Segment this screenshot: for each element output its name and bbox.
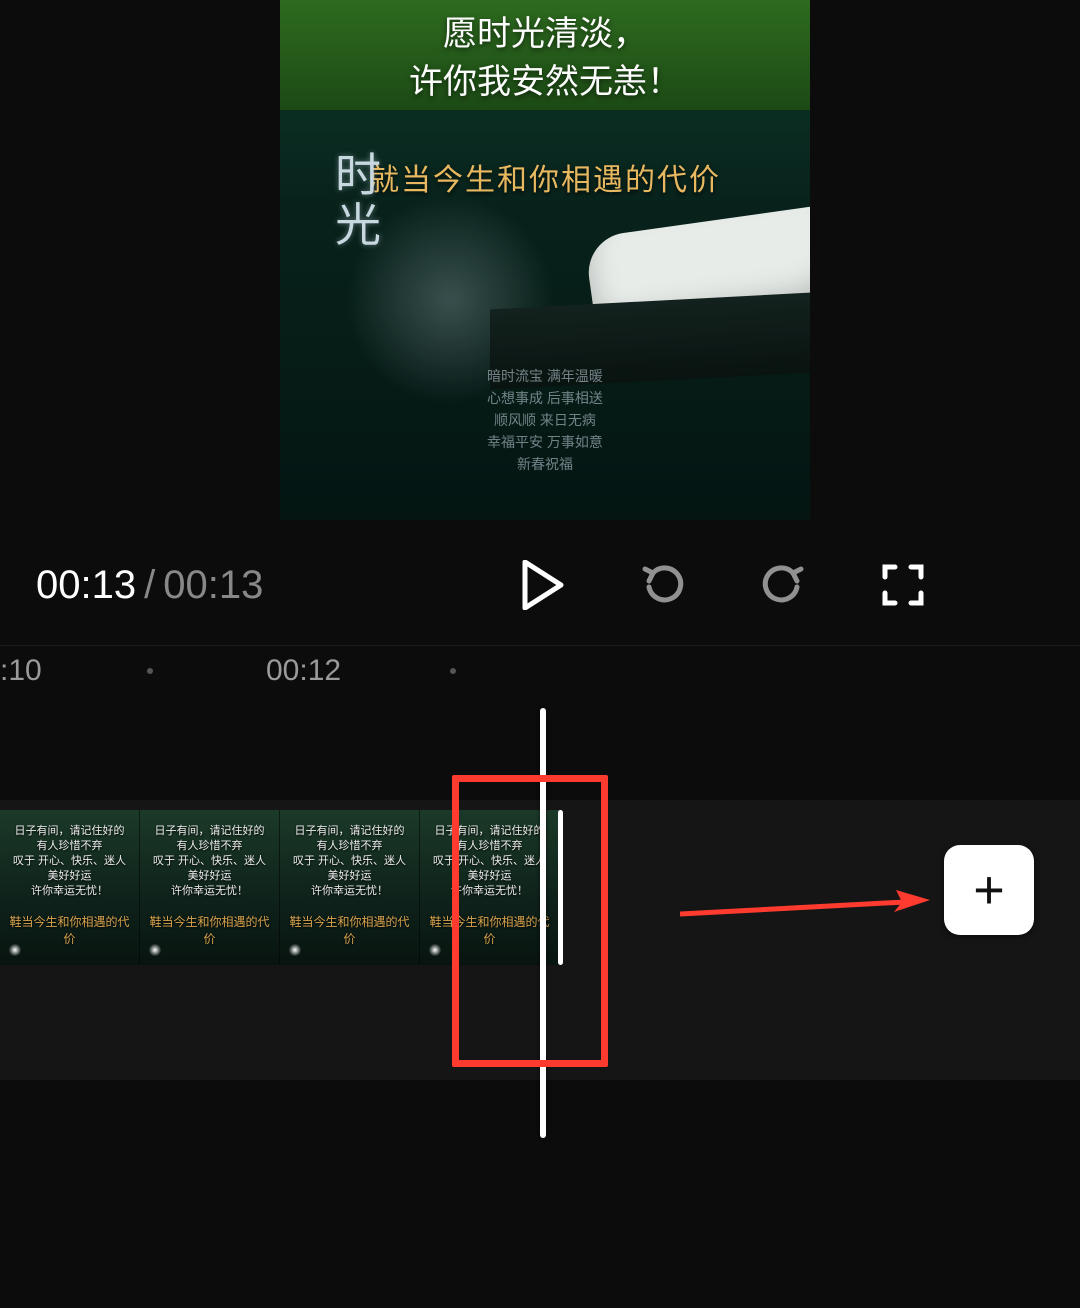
poem-line-1: 愿时光清淡， xyxy=(443,15,647,53)
add-clip-button[interactable]: + xyxy=(944,845,1034,935)
ruler-tick-dot xyxy=(450,668,456,674)
sparkle-icon xyxy=(6,941,24,959)
clip-end-handle[interactable] xyxy=(558,810,563,965)
clip-thumbnail: 日子有间，请记住好的 有人珍惜不弃 叹于 开心、快乐、迷人 美好好运 许你幸运无… xyxy=(420,810,560,965)
sparkle-icon xyxy=(146,941,164,959)
poem-line-2: 许你我安然无恙！ xyxy=(409,63,681,101)
thumb-overlay-text: 日子有间，请记住好的 有人珍惜不弃 叹于 开心、快乐、迷人 美好好运 许你幸运无… xyxy=(144,824,275,899)
clip-thumbnail: 日子有间，请记住好的 有人珍惜不弃 叹于 开心、快乐、迷人 美好好运 许你幸运无… xyxy=(140,810,280,965)
thumb-overlay-text: 日子有间，请记住好的 有人珍惜不弃 叹于 开心、快乐、迷人 美好好运 许你幸运无… xyxy=(424,824,555,899)
clip-thumbnail: 日子有间，请记住好的 有人珍惜不弃 叹于 开心、快乐、迷人 美好好运 许你幸运无… xyxy=(280,810,420,965)
video-clip[interactable]: 日子有间，请记住好的 有人珍惜不弃 叹于 开心、快乐、迷人 美好好运 许你幸运无… xyxy=(0,810,560,965)
time-separator: / xyxy=(144,563,155,608)
undo-button[interactable] xyxy=(633,555,693,615)
sparkle-icon xyxy=(286,941,304,959)
thumb-overlay-text: 日子有间，请记住好的 有人珍惜不弃 叹于 开心、快乐、迷人 美好好运 许你幸运无… xyxy=(284,824,415,899)
thumb-overlay-text: 日子有间，请记住好的 有人珍惜不弃 叹于 开心、快乐、迷人 美好好运 许你幸运无… xyxy=(4,824,135,899)
redo-button[interactable] xyxy=(753,555,813,615)
redo-icon xyxy=(759,561,807,609)
video-preview: 愿时光清淡， 许你我安然无恙！ 就当今生和你相遇的代价 时 光 暗时流宝 满年温… xyxy=(280,0,810,520)
transport-bar: 00:13 / 00:13 xyxy=(0,545,1080,625)
time-display: 00:13 / 00:13 xyxy=(36,563,263,608)
fullscreen-icon xyxy=(881,563,925,607)
preview-title-characters: 时 光 xyxy=(335,150,381,250)
timeline-ruler[interactable]: :10 00:12 xyxy=(0,645,1080,685)
plus-icon: + xyxy=(973,863,1005,917)
playhead[interactable] xyxy=(540,708,546,1138)
ruler-tick-label: :10 xyxy=(0,654,42,688)
play-icon xyxy=(521,560,565,610)
preview-credits-text: 暗时流宝 满年温暖 心想事成 后事相送 顺风顺 来日无病 幸福平安 万事如意 新… xyxy=(340,365,750,475)
ruler-tick-label: 00:12 xyxy=(266,654,341,688)
clip-thumbnail: 日子有间，请记住好的 有人珍惜不弃 叹于 开心、快乐、迷人 美好好运 许你幸运无… xyxy=(0,810,140,965)
undo-icon xyxy=(639,561,687,609)
current-time: 00:13 xyxy=(36,563,136,608)
fullscreen-button[interactable] xyxy=(873,555,933,615)
ruler-tick-dot xyxy=(147,668,153,674)
total-duration: 00:13 xyxy=(163,563,263,608)
play-button[interactable] xyxy=(513,555,573,615)
sparkle-icon xyxy=(426,941,444,959)
preview-poem-text: 愿时光清淡， 许你我安然无恙！ xyxy=(280,10,810,106)
